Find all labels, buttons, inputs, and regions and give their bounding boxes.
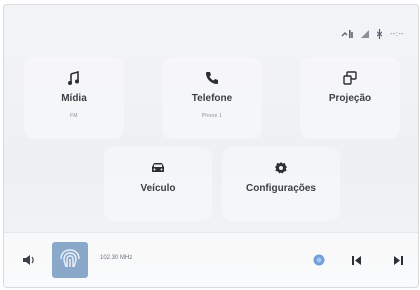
media-bar: 102.30 MHz xyxy=(4,232,418,287)
favorite-icon[interactable] xyxy=(312,253,326,267)
bluetooth-icon xyxy=(377,29,383,39)
next-track-icon[interactable] xyxy=(392,254,404,266)
tile-configuracoes[interactable]: Configurações xyxy=(222,147,340,221)
home-screen: --:-- Mídia FM Telefone Phone 1 Projeção… xyxy=(3,4,419,288)
station-frequency: 102.30 MHz xyxy=(100,255,133,261)
status-bar: --:-- xyxy=(341,27,404,41)
tile-midia[interactable]: Mídia FM xyxy=(24,57,124,139)
car-icon xyxy=(151,159,165,177)
tile-telefone[interactable]: Telefone Phone 1 xyxy=(162,57,262,139)
tile-label: Telefone xyxy=(191,93,233,104)
tile-projecao[interactable]: Projeção xyxy=(300,57,400,139)
tile-label: Configurações xyxy=(245,183,316,194)
tile-sublabel: Phone 1 xyxy=(201,113,223,119)
tile-label: Projeção xyxy=(328,93,372,104)
music-note-icon xyxy=(68,69,80,87)
album-art[interactable] xyxy=(52,242,88,278)
tile-label: Mídia xyxy=(61,93,87,104)
tile-veiculo[interactable]: Veículo xyxy=(104,147,212,221)
projection-icon xyxy=(343,69,357,87)
clock: --:-- xyxy=(390,30,404,38)
previous-track-icon[interactable] xyxy=(350,254,362,266)
phone-icon xyxy=(205,69,219,87)
phone-signal-icon xyxy=(341,29,354,39)
gear-icon xyxy=(274,159,288,177)
wifi-icon xyxy=(361,30,370,38)
tile-sublabel: FM xyxy=(70,113,78,119)
tile-label: Veículo xyxy=(140,183,176,194)
volume-icon[interactable] xyxy=(22,254,36,266)
radio-signal-icon xyxy=(60,247,80,274)
